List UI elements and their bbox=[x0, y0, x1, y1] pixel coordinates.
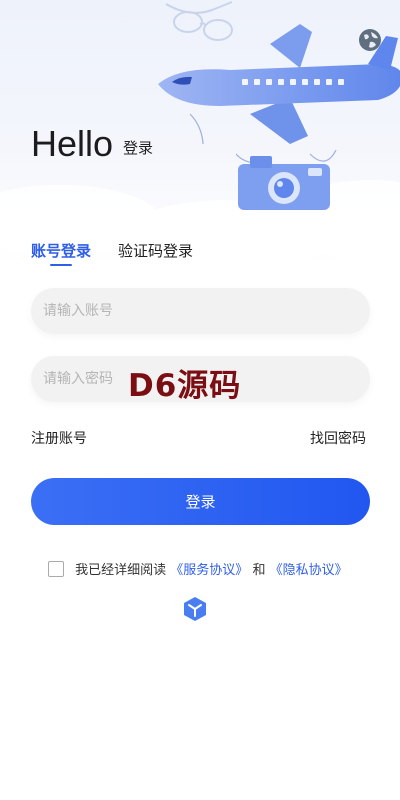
account-input[interactable] bbox=[31, 288, 370, 334]
active-tab-indicator bbox=[50, 264, 72, 266]
privacy-agreement-link[interactable]: 《隐私协议》 bbox=[270, 563, 348, 578]
register-link[interactable]: 注册账号 bbox=[31, 428, 87, 448]
hello-title: Hello bbox=[31, 123, 114, 164]
hero-banner: Hello 登录 bbox=[0, 0, 400, 265]
tab-code-login[interactable]: 验证码登录 bbox=[118, 240, 193, 261]
camera-illustration bbox=[236, 150, 337, 210]
tab-account-login[interactable]: 账号登录 bbox=[31, 240, 91, 261]
service-agreement-link[interactable]: 《服务协议》 bbox=[170, 563, 248, 578]
login-subtitle: 登录 bbox=[123, 139, 154, 157]
agreement-joiner: 和 bbox=[252, 563, 266, 578]
forgot-password-link[interactable]: 找回密码 bbox=[310, 428, 366, 448]
watermark: D6源码 bbox=[128, 368, 242, 404]
agreement-row: 我已经详细阅读 《服务协议》 和 《隐私协议》 bbox=[48, 559, 348, 579]
globe-icon[interactable] bbox=[356, 26, 384, 54]
cube-logo-icon bbox=[184, 597, 206, 621]
agreement-checkbox[interactable] bbox=[48, 560, 64, 577]
login-button[interactable]: 登录 bbox=[31, 478, 370, 525]
agreement-prefix: 我已经详细阅读 bbox=[75, 563, 167, 578]
